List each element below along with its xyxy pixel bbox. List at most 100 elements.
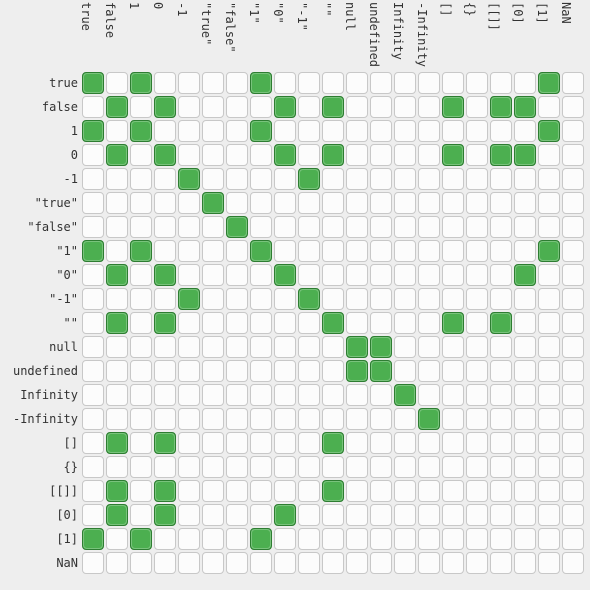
matrix-cell <box>250 168 272 190</box>
matrix-cell <box>250 384 272 406</box>
matrix-cell <box>442 96 464 118</box>
matrix-cell <box>442 168 464 190</box>
matrix-cell <box>154 96 176 118</box>
matrix-cell <box>106 96 128 118</box>
matrix-cell <box>226 456 248 478</box>
matrix-cell <box>274 192 296 214</box>
matrix-cell <box>370 360 392 382</box>
matrix-cell <box>226 384 248 406</box>
matrix-cell <box>82 456 104 478</box>
matrix-cell <box>538 456 560 478</box>
matrix-cell <box>370 504 392 526</box>
matrix-cell <box>394 504 416 526</box>
matrix-cell <box>466 72 488 94</box>
matrix-cell <box>154 528 176 550</box>
matrix-cell <box>514 408 536 430</box>
matrix-cell <box>202 552 224 574</box>
matrix-cell <box>298 456 320 478</box>
matrix-cell <box>322 264 344 286</box>
matrix-cell <box>346 192 368 214</box>
matrix-cell <box>370 168 392 190</box>
matrix-cell <box>130 72 152 94</box>
matrix-cell <box>466 144 488 166</box>
matrix-cell <box>322 432 344 454</box>
matrix-cell <box>466 312 488 334</box>
matrix-cell <box>394 72 416 94</box>
matrix-cell <box>202 312 224 334</box>
row-label: [0] <box>2 503 78 527</box>
matrix-cell <box>442 504 464 526</box>
matrix-cell <box>562 504 584 526</box>
matrix-cell <box>418 72 440 94</box>
matrix-cell <box>322 336 344 358</box>
matrix-cell <box>82 192 104 214</box>
matrix-cell <box>226 480 248 502</box>
matrix-cell <box>490 552 512 574</box>
matrix-cell <box>562 336 584 358</box>
matrix-cell <box>370 96 392 118</box>
matrix-cell <box>274 216 296 238</box>
matrix-cell <box>466 216 488 238</box>
matrix-grid <box>80 70 586 576</box>
row-label: -1 <box>2 167 78 191</box>
matrix-cell <box>346 240 368 262</box>
row-label: undefined <box>2 359 78 383</box>
matrix-cell <box>394 528 416 550</box>
matrix-cell <box>82 144 104 166</box>
matrix-cell <box>514 432 536 454</box>
matrix-cell <box>226 504 248 526</box>
row-label: "false" <box>2 215 78 239</box>
col-label: false <box>105 0 129 68</box>
col-label: 1 <box>129 0 153 68</box>
matrix-cell <box>370 528 392 550</box>
matrix-cell <box>538 144 560 166</box>
row-label: Infinity <box>2 383 78 407</box>
matrix-cell <box>202 216 224 238</box>
matrix-cell <box>490 384 512 406</box>
matrix-cell <box>106 336 128 358</box>
matrix-cell <box>298 312 320 334</box>
matrix-cell <box>418 432 440 454</box>
matrix-cell <box>394 456 416 478</box>
matrix-cell <box>274 384 296 406</box>
matrix-cell <box>322 96 344 118</box>
matrix-cell <box>82 432 104 454</box>
matrix-cell <box>274 240 296 262</box>
matrix-cell <box>226 240 248 262</box>
matrix-cell <box>514 216 536 238</box>
matrix-cell <box>346 336 368 358</box>
matrix-cell <box>298 240 320 262</box>
matrix-cell <box>274 408 296 430</box>
matrix-cell <box>418 408 440 430</box>
matrix-cell <box>82 480 104 502</box>
matrix-cell <box>106 480 128 502</box>
matrix-cell <box>130 216 152 238</box>
matrix-cell <box>514 264 536 286</box>
matrix-cell <box>442 144 464 166</box>
matrix-cell <box>250 336 272 358</box>
matrix-cell <box>106 528 128 550</box>
matrix-cell <box>154 552 176 574</box>
matrix-cell <box>466 240 488 262</box>
matrix-cell <box>370 216 392 238</box>
matrix-cell <box>562 432 584 454</box>
matrix-cell <box>538 432 560 454</box>
matrix-cell <box>418 312 440 334</box>
matrix-cell <box>202 504 224 526</box>
matrix-cell <box>442 408 464 430</box>
matrix-cell <box>274 360 296 382</box>
matrix-cell <box>562 120 584 142</box>
matrix-cell <box>466 552 488 574</box>
matrix-cell <box>490 168 512 190</box>
matrix-cell <box>562 96 584 118</box>
matrix-cell <box>154 504 176 526</box>
matrix-cell <box>202 192 224 214</box>
matrix-cell <box>346 384 368 406</box>
matrix-cell <box>466 336 488 358</box>
matrix-cell <box>370 384 392 406</box>
matrix-cell <box>130 168 152 190</box>
matrix-cell <box>154 480 176 502</box>
matrix-cell <box>538 408 560 430</box>
matrix-cell <box>514 192 536 214</box>
matrix-cell <box>106 192 128 214</box>
